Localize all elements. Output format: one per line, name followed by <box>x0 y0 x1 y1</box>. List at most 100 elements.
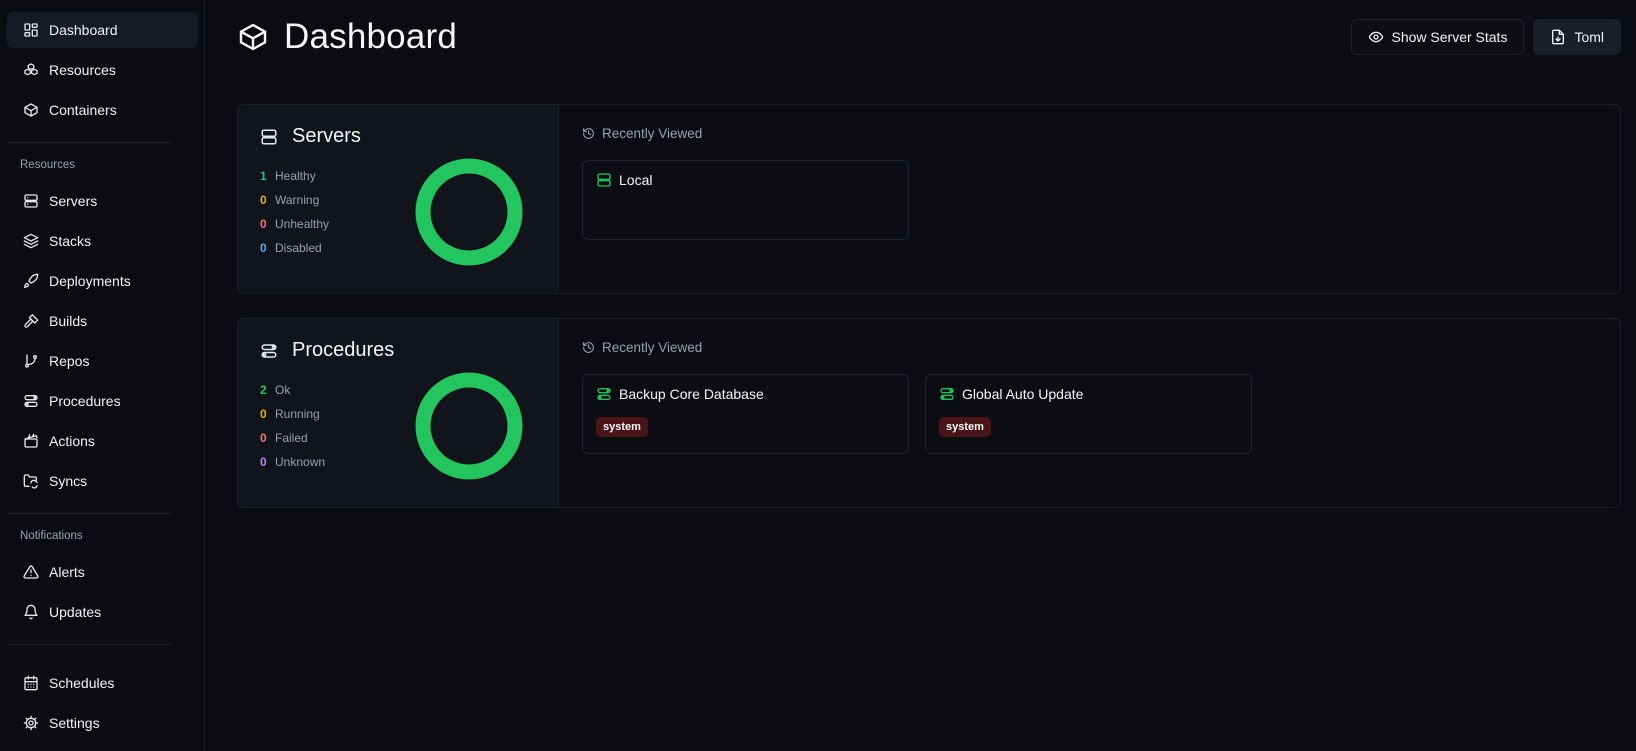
toml-button[interactable]: Toml <box>1533 19 1621 55</box>
sidebar-item-syncs[interactable]: Syncs <box>7 463 198 499</box>
sidebar-item-alerts[interactable]: Alerts <box>7 554 198 590</box>
servers-donut-chart <box>415 158 523 266</box>
server-icon <box>261 129 277 144</box>
recent-procedure-backup-core-database[interactable]: Backup Core Database system <box>582 374 909 454</box>
sidebar-item-label: Builds <box>49 313 88 329</box>
sidebar-item-label: Procedures <box>49 393 121 409</box>
sidebar-item-servers[interactable]: Servers <box>7 183 198 219</box>
stat-label: Running <box>275 407 320 421</box>
sidebar-item-settings[interactable]: Settings <box>7 705 198 741</box>
stat-count: 0 <box>260 431 267 445</box>
sidebar-item-label: Servers <box>49 193 98 209</box>
procedures-title: Procedures <box>260 339 536 362</box>
stat-label: Ok <box>275 383 291 397</box>
servers-summary[interactable]: Servers 1 Healthy 0 Warning 0 Unhealthy … <box>238 105 559 293</box>
sidebar-item-label: Repos <box>49 353 90 369</box>
recently-viewed-label: Recently Viewed <box>602 126 703 141</box>
sidebar-item-resources[interactable]: Resources <box>7 52 198 88</box>
sidebar-item-schedules[interactable]: Schedules <box>7 665 198 701</box>
route-icon <box>24 395 38 407</box>
sidebar-item-label: Dashboard <box>49 22 118 38</box>
tag-badge[interactable]: system <box>596 417 648 437</box>
sidebar-item-label: Stacks <box>49 233 92 249</box>
procedures-card: Procedures 2 Ok 0 Running 0 Failed 0 Unk… <box>237 318 1621 508</box>
sidebar-item-stacks[interactable]: Stacks <box>7 223 198 259</box>
stat-label: Warning <box>275 193 320 207</box>
sidebar-item-procedures[interactable]: Procedures <box>7 383 198 419</box>
recent-list: Local <box>582 160 1597 240</box>
dashboard-icon <box>24 23 38 37</box>
recent-card-name: Local <box>619 172 653 188</box>
sidebar-item-label: Deployments <box>49 273 131 289</box>
page-title: Dashboard <box>237 17 457 57</box>
box-icon <box>24 103 38 117</box>
page-header: Dashboard Show Server Stats Toml <box>237 0 1636 74</box>
sidebar-item-deployments[interactable]: Deployments <box>7 263 198 299</box>
servers-title-text: Servers <box>292 125 361 147</box>
recently-viewed-label: Recently Viewed <box>602 340 703 355</box>
stat-count: 1 <box>260 169 267 183</box>
sidebar-item-updates[interactable]: Updates <box>7 594 198 630</box>
recent-card-title: Global Auto Update <box>939 386 1238 402</box>
eye-icon <box>1368 31 1383 43</box>
recent-list: Backup Core Database system Global Auto … <box>582 374 1597 454</box>
stat-label: Healthy <box>275 169 316 183</box>
toml-label: Toml <box>1574 29 1604 45</box>
boxes-icon <box>24 63 38 76</box>
hammer-icon <box>24 314 39 328</box>
sidebar-item-label: Schedules <box>49 675 115 691</box>
sidebar-item-label: Actions <box>49 433 95 449</box>
git-branch-icon <box>25 354 37 368</box>
show-server-stats-button[interactable]: Show Server Stats <box>1350 19 1525 55</box>
route-icon <box>597 388 611 400</box>
route-icon <box>940 388 954 400</box>
sidebar-divider <box>7 142 172 143</box>
server-icon <box>597 173 611 187</box>
tag-badge[interactable]: system <box>939 417 991 437</box>
recent-card-title: Backup Core Database <box>596 386 895 402</box>
rocket-icon <box>24 273 39 288</box>
sidebar-divider <box>7 644 172 645</box>
sidebar-item-actions[interactable]: Actions <box>7 423 198 459</box>
file-download-icon <box>1552 29 1565 45</box>
sidebar-section-notifications: Notifications <box>20 530 83 542</box>
app: Dashboard Resources Containers Resources… <box>0 0 1636 751</box>
show-server-stats-label: Show Server Stats <box>1391 29 1508 45</box>
stat-label: Unknown <box>275 455 326 469</box>
sidebar-item-containers[interactable]: Containers <box>7 92 198 128</box>
sidebar-item-label: Resources <box>49 62 116 78</box>
sidebar-item-label: Alerts <box>49 564 85 580</box>
server-icon <box>24 194 38 208</box>
clapperboard-icon <box>24 433 38 448</box>
procedures-title-text: Procedures <box>292 339 395 361</box>
history-icon <box>583 342 594 353</box>
header-actions: Show Server Stats Toml <box>1350 19 1621 55</box>
servers-title: Servers <box>260 125 536 148</box>
calendar-icon <box>24 675 38 691</box>
stat-label: Unhealthy <box>275 217 330 231</box>
box-icon <box>239 23 267 51</box>
main-content: Dashboard Show Server Stats Toml Servers <box>205 0 1636 751</box>
sidebar-section-resources: Resources <box>20 159 75 171</box>
recent-card-title: Local <box>596 172 895 188</box>
stat-count: 0 <box>260 407 267 421</box>
sidebar-divider <box>7 513 172 514</box>
gear-icon <box>23 715 39 731</box>
sidebar-item-label: Syncs <box>49 473 88 489</box>
recent-procedure-global-auto-update[interactable]: Global Auto Update system <box>925 374 1252 454</box>
history-icon <box>583 128 594 139</box>
stat-count: 2 <box>260 383 267 397</box>
recent-card-name: Backup Core Database <box>619 386 764 402</box>
procedures-donut-chart <box>415 372 523 480</box>
sidebar-item-label: Settings <box>49 715 100 731</box>
sidebar-item-repos[interactable]: Repos <box>7 343 198 379</box>
recent-server-local[interactable]: Local <box>582 160 909 240</box>
folder-sync-icon <box>23 474 38 489</box>
sidebar-item-builds[interactable]: Builds <box>7 303 198 339</box>
sidebar-item-dashboard[interactable]: Dashboard <box>7 12 198 48</box>
stat-label: Disabled <box>275 241 322 255</box>
recent-card-name: Global Auto Update <box>962 386 1084 402</box>
bell-icon <box>24 604 38 620</box>
procedures-summary[interactable]: Procedures 2 Ok 0 Running 0 Failed 0 Unk… <box>238 319 559 507</box>
sidebar-item-label: Containers <box>49 102 117 118</box>
